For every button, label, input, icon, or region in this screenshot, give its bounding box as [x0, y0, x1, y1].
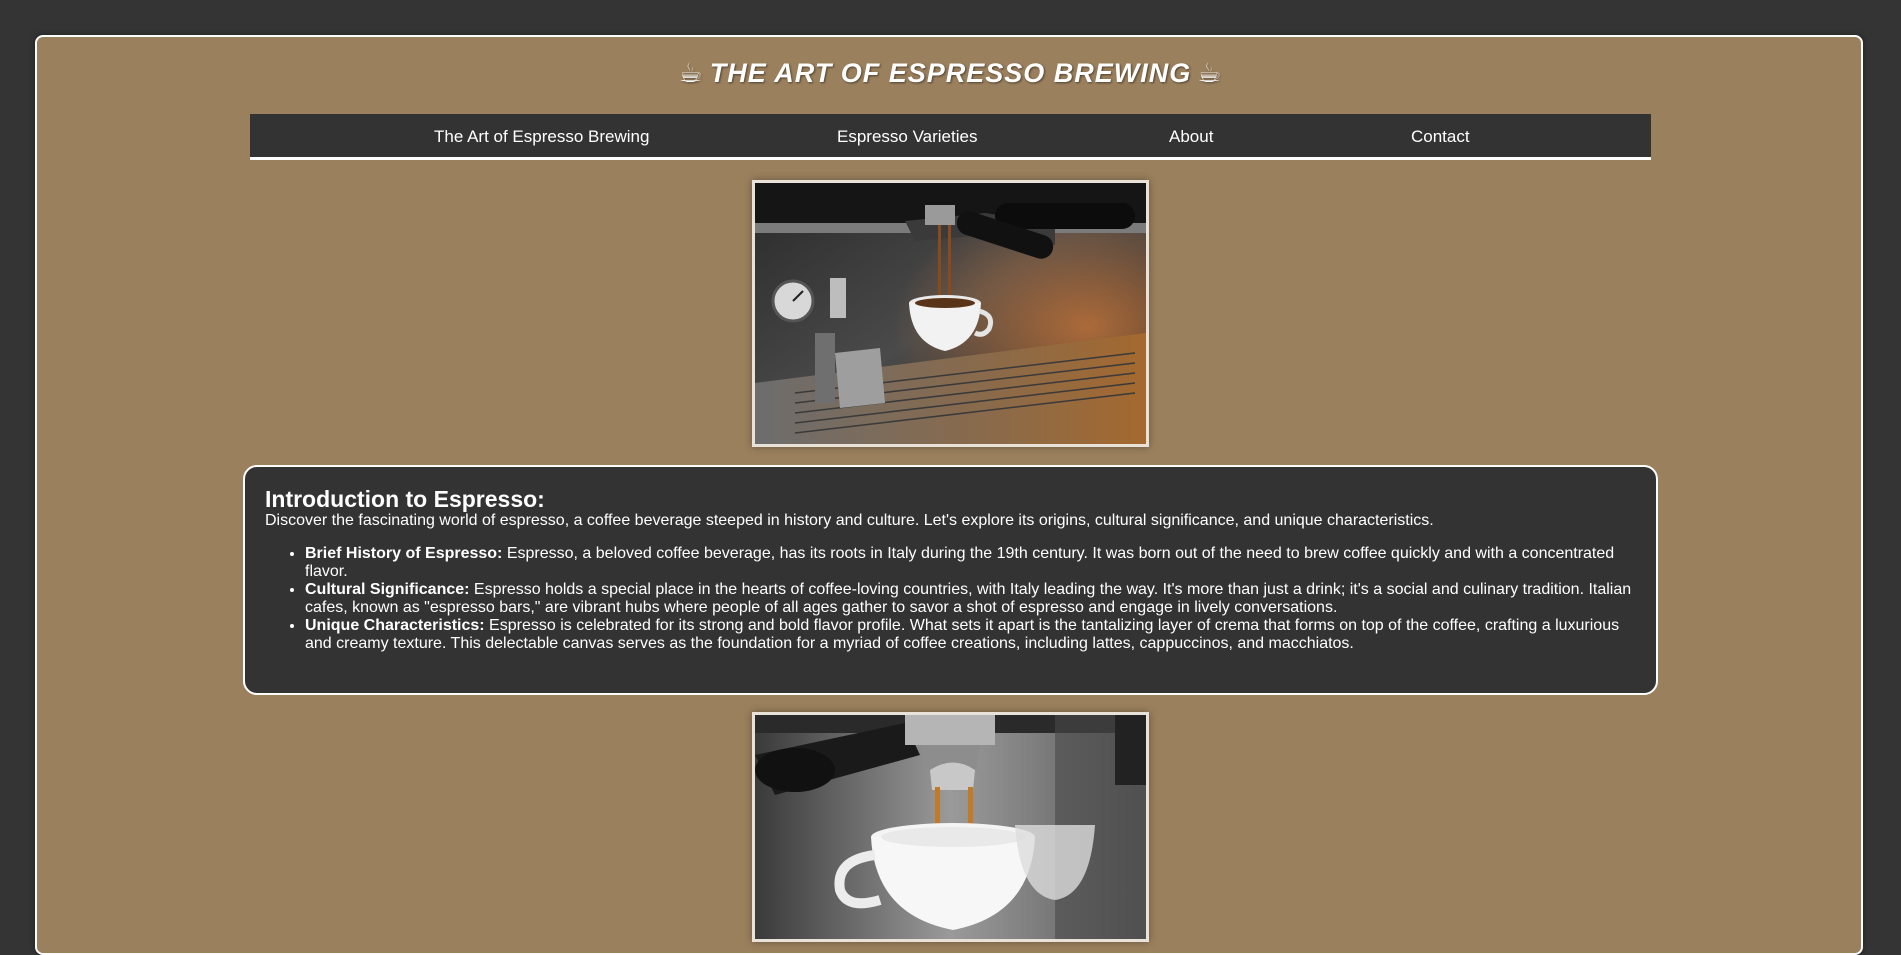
list-item-text: Espresso, a beloved coffee beverage, has… — [305, 545, 1615, 580]
intro-heading: Introduction to Espresso: — [265, 486, 545, 512]
list-item: Brief History of Espresso: Espresso, a b… — [305, 545, 1636, 581]
site-title-text: THE ART OF ESPRESSO BREWING — [709, 58, 1192, 88]
coffee-cup-icon: ☕ — [678, 58, 704, 89]
list-item-term: Unique Characteristics: — [305, 617, 485, 634]
espresso-machine-photo — [752, 180, 1149, 447]
intro-list: Brief History of Espresso: Espresso, a b… — [265, 545, 1636, 653]
list-item: Cultural Significance: Espresso holds a … — [305, 581, 1636, 617]
nav-link-art-of-espresso[interactable]: The Art of Espresso Brewing — [434, 127, 649, 147]
intro-description: Discover the fascinating world of espres… — [265, 512, 1434, 529]
list-item-term: Brief History of Espresso: — [305, 545, 503, 562]
site-title: ☕ THE ART OF ESPRESSO BREWING ☕ — [0, 58, 1901, 89]
list-item-text: Espresso holds a special place in the he… — [305, 581, 1632, 616]
intro-card: Introduction to Espresso: Discover the f… — [243, 465, 1658, 695]
list-item-text: Espresso is celebrated for its strong an… — [305, 617, 1620, 652]
list-item-term: Cultural Significance: — [305, 581, 470, 598]
nav-link-espresso-varieties[interactable]: Espresso Varieties — [837, 127, 977, 147]
nav-link-contact[interactable]: Contact — [1411, 127, 1470, 147]
coffee-cup-icon: ☕ — [1197, 58, 1223, 89]
espresso-pour-photo — [752, 712, 1149, 942]
main-navbar: The Art of Espresso Brewing Espresso Var… — [250, 114, 1651, 160]
list-item: Unique Characteristics: Espresso is cele… — [305, 617, 1636, 653]
nav-link-about[interactable]: About — [1169, 127, 1213, 147]
